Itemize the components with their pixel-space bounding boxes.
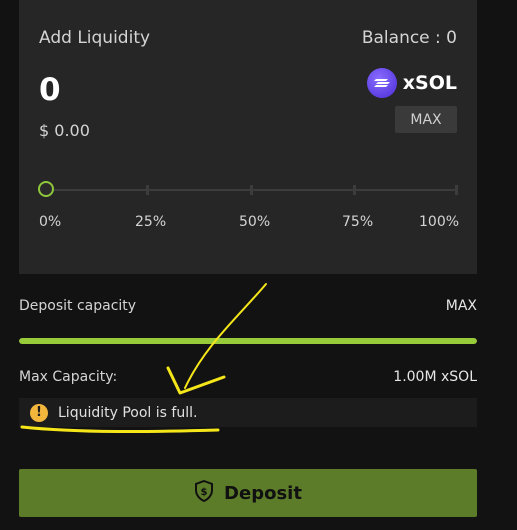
deposit-capacity-value: MAX bbox=[445, 298, 477, 314]
max-capacity-label: Max Capacity: bbox=[19, 369, 118, 385]
amount-input[interactable]: 0 bbox=[39, 72, 61, 108]
slider-tick bbox=[455, 185, 458, 195]
pool-full-alert: ! Liquidity Pool is full. bbox=[19, 398, 477, 427]
capacity-progress-fill bbox=[19, 338, 477, 344]
warning-icon: ! bbox=[30, 403, 48, 422]
deposit-button[interactable]: $ Deposit bbox=[19, 469, 477, 517]
usd-value: $ 0.00 bbox=[39, 121, 90, 140]
add-liquidity-card: Add Liquidity Balance : 0 0 $ 0.00 xSOL … bbox=[19, 0, 477, 274]
slider-tick bbox=[146, 185, 149, 195]
deposit-capacity-label: Deposit capacity bbox=[19, 298, 137, 314]
alert-text: Liquidity Pool is full. bbox=[58, 404, 198, 421]
slider-label-50[interactable]: 50% bbox=[239, 214, 270, 230]
slider-label-0[interactable]: 0% bbox=[39, 214, 61, 230]
capacity-progress-bar bbox=[19, 338, 477, 344]
max-button[interactable]: MAX bbox=[395, 106, 457, 133]
deposit-label: Deposit bbox=[224, 482, 302, 504]
max-capacity-value: 1.00M xSOL bbox=[393, 369, 477, 385]
slider-thumb[interactable] bbox=[38, 181, 54, 197]
slider-label-75[interactable]: 75% bbox=[342, 214, 373, 230]
slider-label-100[interactable]: 100% bbox=[419, 214, 459, 230]
slider-tick bbox=[250, 185, 253, 195]
card-title: Add Liquidity bbox=[39, 28, 151, 48]
svg-text:$: $ bbox=[201, 487, 208, 498]
token-label: xSOL bbox=[402, 72, 457, 94]
token-selector: xSOL bbox=[366, 68, 457, 98]
slider-tick bbox=[353, 185, 356, 195]
xsol-token-icon bbox=[366, 68, 397, 98]
amount-slider[interactable] bbox=[38, 180, 458, 200]
balance-text: Balance : 0 bbox=[361, 28, 457, 48]
slider-label-25[interactable]: 25% bbox=[135, 214, 166, 230]
shield-dollar-icon: $ bbox=[194, 479, 214, 506]
